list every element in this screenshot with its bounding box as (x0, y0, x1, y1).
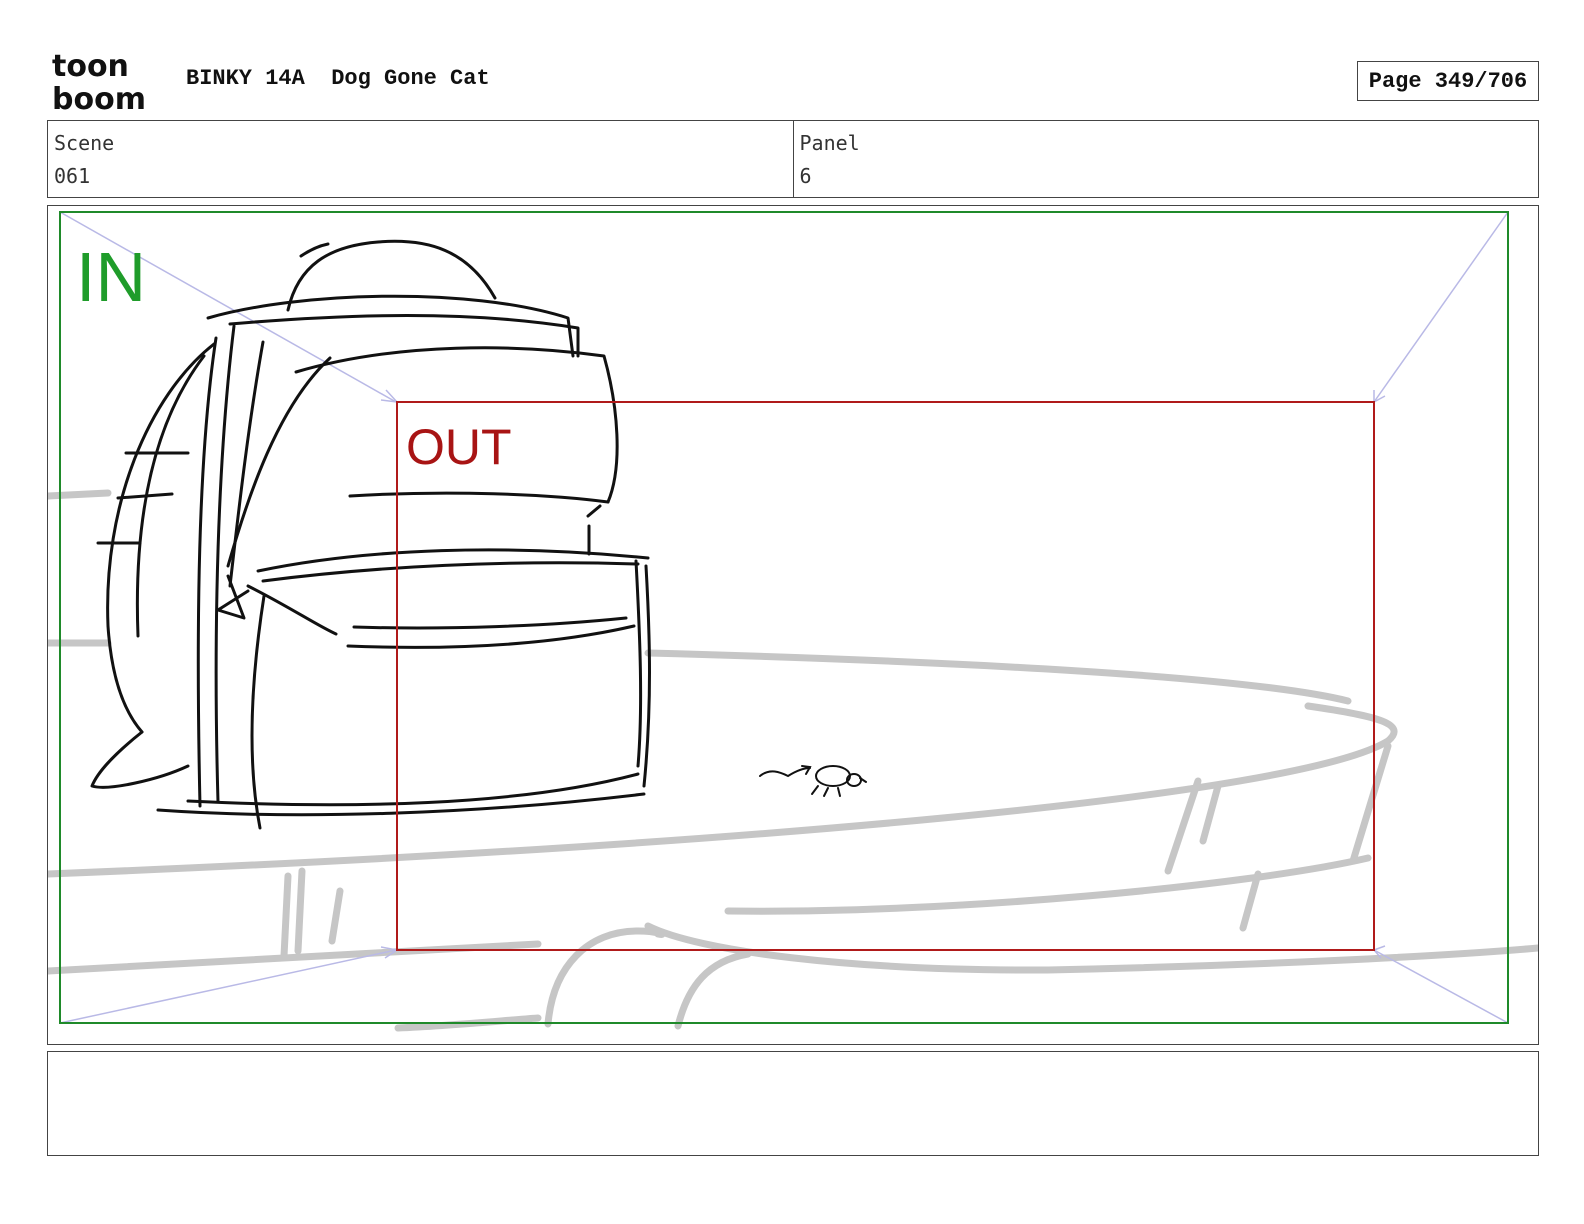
episode-name: Dog Gone Cat (331, 66, 490, 91)
toonboom-logo: toon boom (50, 52, 166, 112)
panel-notes-box (47, 1051, 1539, 1156)
storyboard-panel: IN OUT (47, 205, 1539, 1045)
logo-line-1: toon (52, 52, 129, 84)
panel-label: Panel (799, 131, 860, 155)
panel-drawing: IN OUT (48, 211, 1538, 1032)
logo-line-2: boom (52, 82, 146, 112)
backpack-sketch (90, 239, 651, 830)
scene-label: Scene (54, 131, 115, 155)
document-title: BINKY 14A Dog Gone Cat (186, 66, 490, 91)
production-name: BINKY 14A (186, 66, 305, 91)
rough-table-lines (48, 489, 1538, 1032)
toonboom-logo-mark: toon boom (52, 52, 146, 112)
scene-value: 061 (54, 164, 91, 188)
scene-cell: Scene 061 (48, 121, 793, 197)
camera-move-arrows (59, 211, 1509, 1024)
page-number: Page 349/706 (1357, 61, 1539, 101)
panel-value: 6 (799, 164, 812, 188)
panel-cell: Panel 6 (792, 121, 1539, 197)
bug-sketch (759, 765, 867, 797)
in-frame-label: IN (76, 238, 146, 316)
in-frame-box (59, 211, 1509, 1024)
out-frame-label: OUT (406, 419, 512, 475)
scene-panel-info: Scene 061 Panel 6 (47, 120, 1539, 198)
out-frame-box (396, 401, 1375, 951)
